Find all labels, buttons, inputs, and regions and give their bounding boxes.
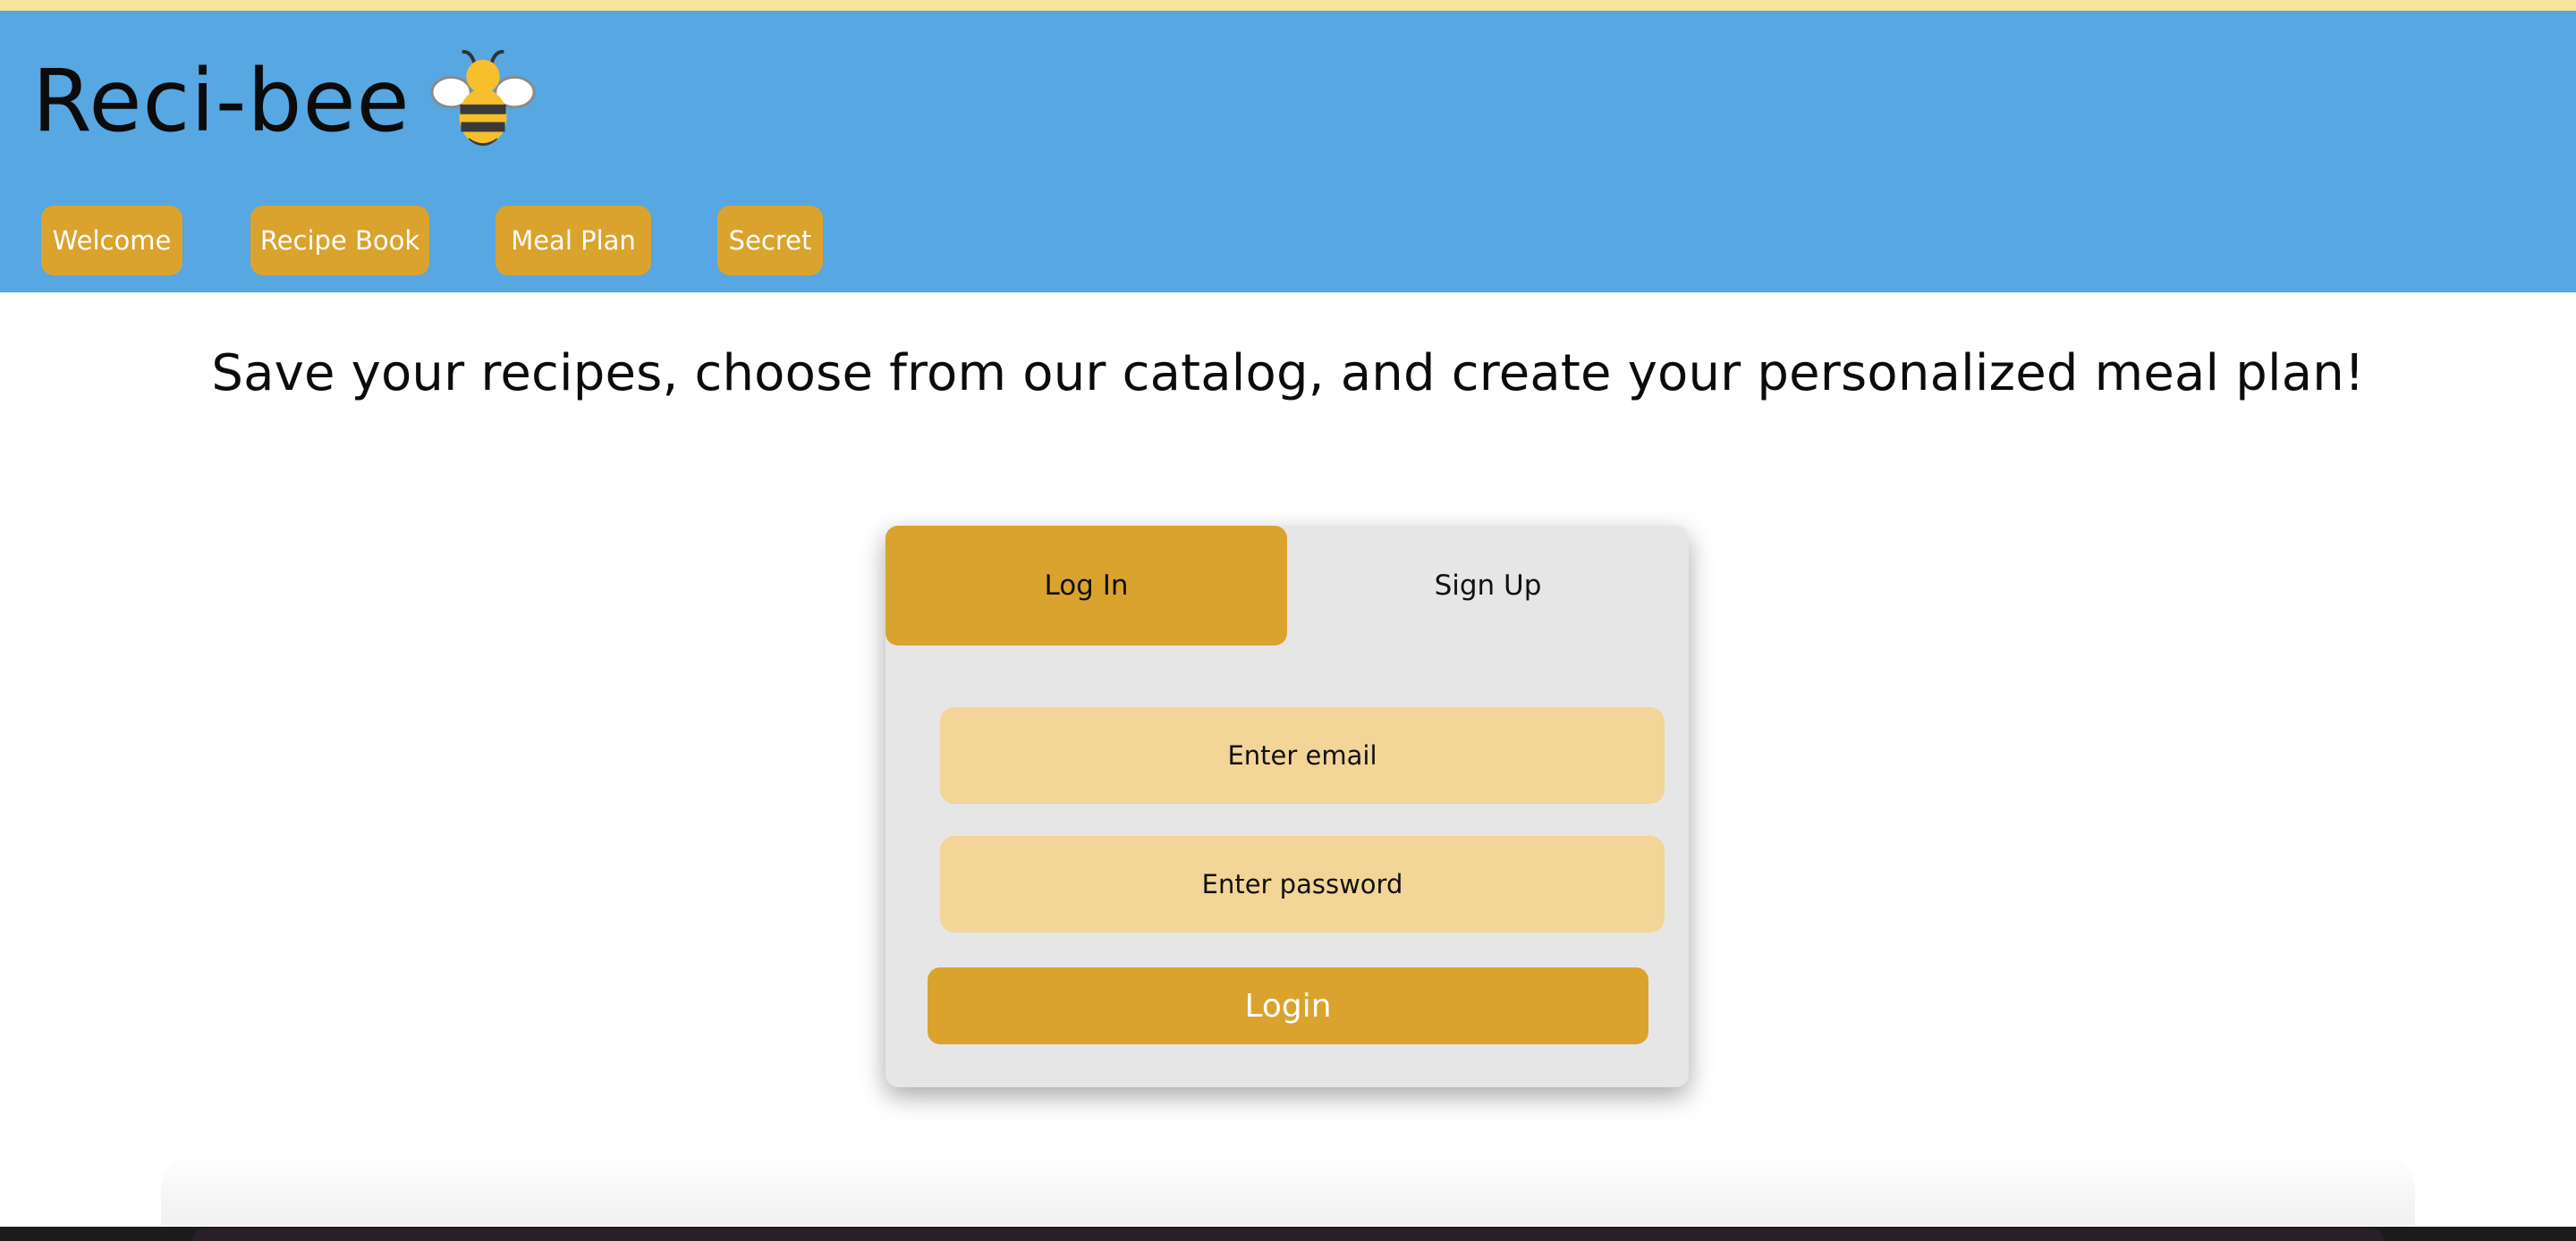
bottom-edge-inner [193, 1228, 2383, 1241]
top-stripe [0, 0, 2576, 11]
tab-log-in[interactable]: Log In [886, 526, 1287, 646]
tab-sign-up[interactable]: Sign Up [1287, 526, 1689, 646]
tagline: Save your recipes, choose from our catal… [211, 344, 2365, 402]
bottom-shadow [161, 1153, 2415, 1225]
nav-welcome-button[interactable]: Welcome [41, 206, 182, 275]
auth-card: Log In Sign Up Login [886, 526, 1689, 1087]
app-title: Reci-bee [32, 51, 411, 151]
bee-icon [430, 49, 536, 147]
nav-meal-plan-button[interactable]: Meal Plan [496, 206, 651, 275]
email-field[interactable] [940, 707, 1665, 804]
nav-recipe-book-button[interactable]: Recipe Book [250, 206, 429, 275]
main-nav: Welcome Recipe Book Meal Plan Secret [0, 206, 894, 275]
password-field[interactable] [940, 836, 1665, 933]
login-button[interactable]: Login [928, 967, 1648, 1044]
site-header: Reci-bee Welcome Recipe Book Meal Plan S… [0, 11, 2576, 292]
nav-secret-button[interactable]: Secret [717, 206, 823, 275]
logo[interactable]: Reci-bee [32, 49, 536, 152]
